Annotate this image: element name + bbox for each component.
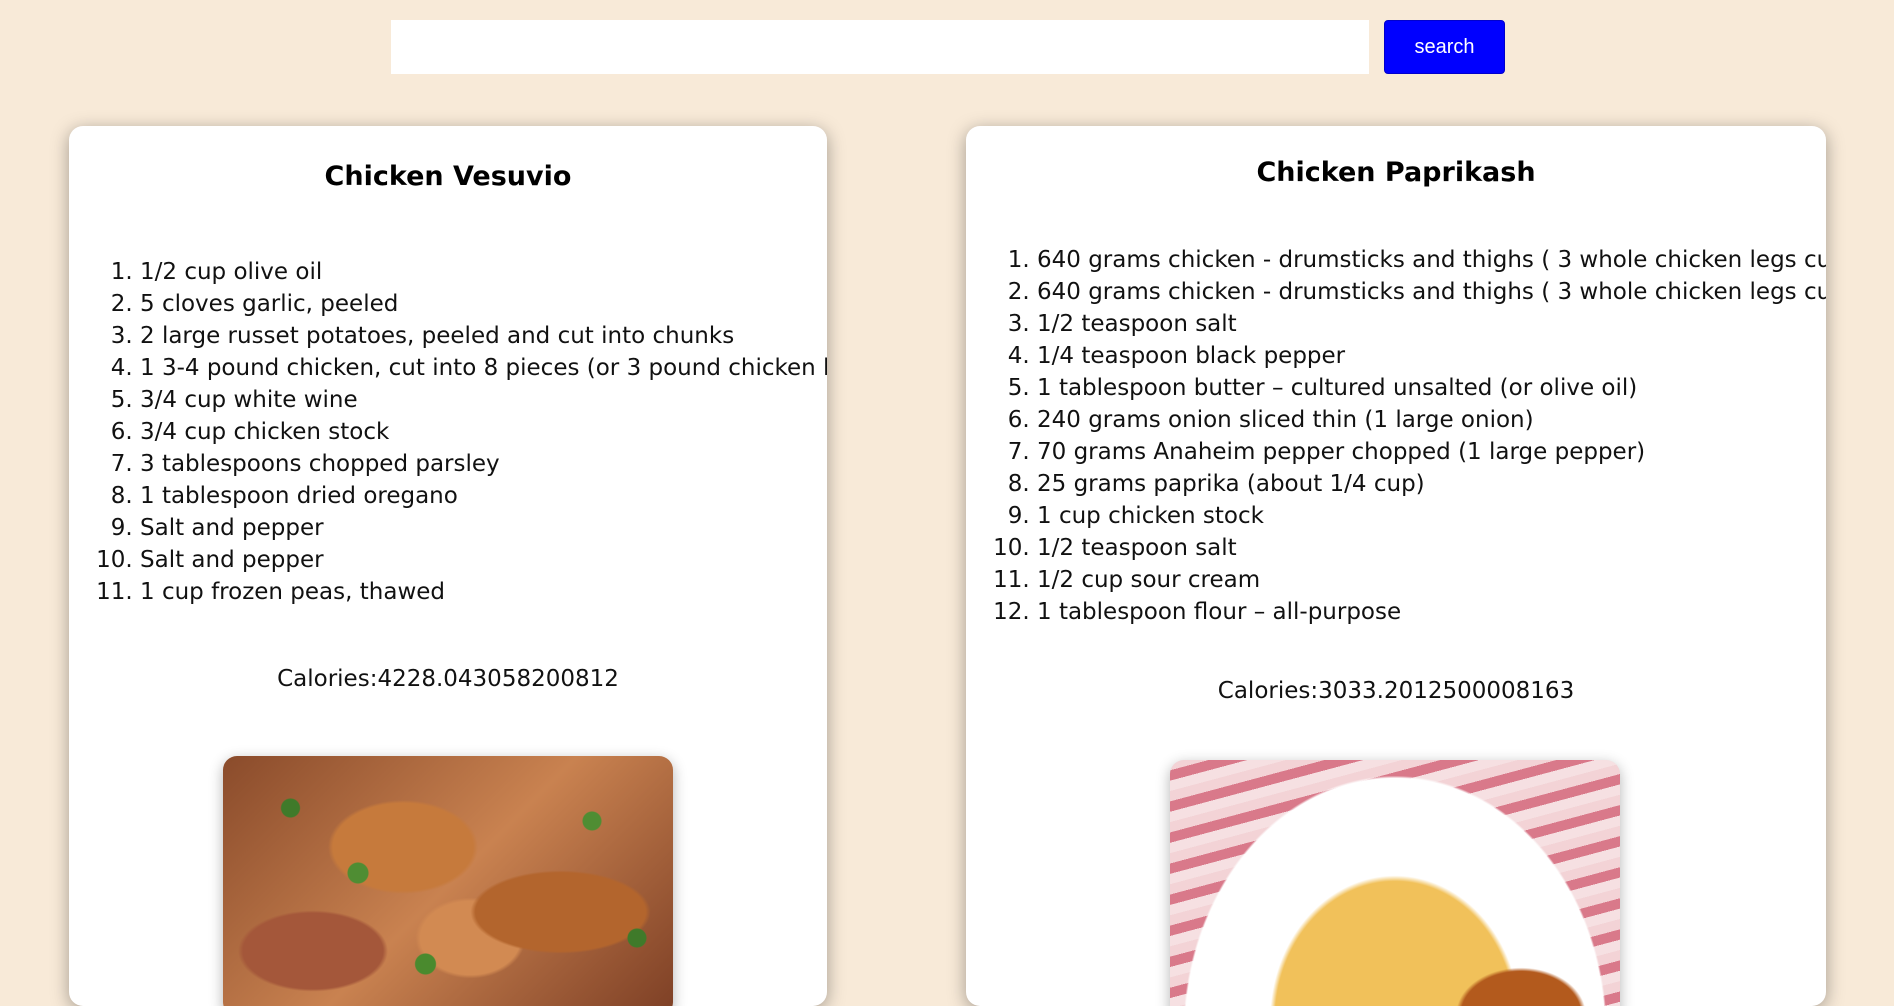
ingredient-item: Salt and pepper bbox=[140, 544, 827, 576]
ingredient-item: 240 grams onion sliced thin (1 large oni… bbox=[1037, 404, 1826, 436]
ingredient-item: 1 cup chicken stock bbox=[1037, 500, 1826, 532]
ingredient-item: 1/4 teaspoon black pepper bbox=[1037, 340, 1826, 372]
ingredient-item: 640 grams chicken - drumsticks and thigh… bbox=[1037, 244, 1826, 276]
ingredient-item: 1/2 cup sour cream bbox=[1037, 564, 1826, 596]
recipe-card: Chicken Vesuvio 1/2 cup olive oil 5 clov… bbox=[69, 126, 827, 1006]
recipe-title: Chicken Paprikash bbox=[1256, 157, 1536, 188]
ingredient-item: 3 tablespoons chopped parsley bbox=[140, 448, 827, 480]
ingredient-item: 3/4 cup white wine bbox=[140, 384, 827, 416]
recipe-title: Chicken Vesuvio bbox=[324, 161, 572, 192]
ingredient-item: Salt and pepper bbox=[140, 512, 827, 544]
ingredient-item: 2 large russet potatoes, peeled and cut … bbox=[140, 320, 827, 352]
search-button[interactable]: search bbox=[1384, 20, 1505, 74]
ingredient-item: 1 tablespoon butter – cultured unsalted … bbox=[1037, 372, 1826, 404]
ingredient-list: 1/2 cup olive oil 5 cloves garlic, peele… bbox=[69, 256, 827, 608]
calories-text: Calories:4228.043058200812 bbox=[277, 666, 619, 692]
ingredient-item: 70 grams Anaheim pepper chopped (1 large… bbox=[1037, 436, 1826, 468]
ingredient-item: 1/2 cup olive oil bbox=[140, 256, 827, 288]
search-input[interactable] bbox=[391, 20, 1369, 74]
ingredient-item: 25 grams paprika (about 1/4 cup) bbox=[1037, 468, 1826, 500]
recipe-photo bbox=[1170, 760, 1620, 1006]
recipe-card: Chicken Paprikash 640 grams chicken - dr… bbox=[966, 126, 1826, 1006]
search-bar: search bbox=[391, 20, 1505, 74]
ingredient-item: 1/2 teaspoon salt bbox=[1037, 532, 1826, 564]
ingredient-item: 1 tablespoon flour – all-purpose bbox=[1037, 596, 1826, 628]
ingredient-item: 5 cloves garlic, peeled bbox=[140, 288, 827, 320]
ingredient-item: 1 3-4 pound chicken, cut into 8 pieces (… bbox=[140, 352, 827, 384]
recipe-photo bbox=[223, 756, 673, 1006]
ingredient-item: 1 cup frozen peas, thawed bbox=[140, 576, 827, 608]
ingredient-item: 640 grams chicken - drumsticks and thigh… bbox=[1037, 276, 1826, 308]
ingredient-item: 1 tablespoon dried oregano bbox=[140, 480, 827, 512]
ingredient-list: 640 grams chicken - drumsticks and thigh… bbox=[966, 244, 1826, 628]
calories-text: Calories:3033.2012500008163 bbox=[1217, 678, 1575, 704]
ingredient-item: 1/2 teaspoon salt bbox=[1037, 308, 1826, 340]
ingredient-item: 3/4 cup chicken stock bbox=[140, 416, 827, 448]
